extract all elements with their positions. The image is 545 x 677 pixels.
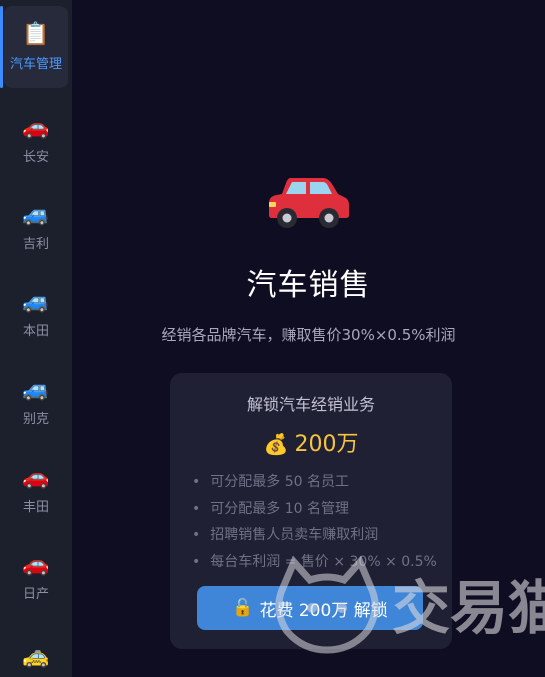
sidebar-item-buick[interactable]: 🚙 别克 [0, 377, 72, 428]
blue-car-icon: 🚙 [22, 289, 50, 314]
sidebar-item-label: 吉利 [22, 237, 49, 252]
red-car-icon: 🚗 [22, 115, 50, 140]
sidebar: 📋 汽车管理 🚗 长安 🚙 吉利 🚙 本田 🚙 别克 🚗 丰田 🚗 日产 🚕 [0, 0, 72, 677]
taxi-icon: 🚕 [22, 644, 50, 669]
blue-car-icon: 🚙 [22, 202, 50, 227]
sidebar-item-label: 日产 [22, 587, 49, 602]
feature-list: 可分配最多 50 名员工 可分配最多 10 名管理 招聘销售人员卖车赚取利润 每… [192, 469, 437, 575]
sidebar-item-car-management[interactable]: 📋 汽车管理 [0, 6, 68, 88]
main-content: 汽车销售 经销各品牌汽车，赚取售价30%×0.5%利润 解锁汽车经销业务 💰 20… [72, 0, 545, 677]
page-subtitle: 经销各品牌汽车，赚取售价30%×0.5%利润 [161, 326, 456, 344]
sidebar-item-honda[interactable]: 🚙 本田 [0, 289, 72, 340]
sidebar-item-more[interactable]: 🚕 [0, 645, 72, 669]
sidebar-item-label: 汽车管理 [9, 56, 62, 72]
app: 📋 汽车管理 🚗 长安 🚙 吉利 🚙 本田 🚙 别克 🚗 丰田 🚗 日产 🚕 汽… [0, 0, 545, 677]
sidebar-item-nissan[interactable]: 🚗 日产 [0, 552, 72, 603]
unlock-card: 解锁汽车经销业务 💰200万 可分配最多 50 名员工 可分配最多 10 名管理… [170, 373, 452, 649]
sidebar-item-toyota[interactable]: 🚗 丰田 [0, 465, 72, 516]
sidebar-item-changan[interactable]: 🚗 长安 [0, 115, 72, 166]
red-car-icon: 🚗 [22, 552, 50, 577]
unlock-button-label: 花费 200万 解锁 [259, 600, 388, 621]
sidebar-item-label: 本田 [22, 324, 49, 339]
red-car-icon: 🚗 [22, 465, 50, 490]
blue-car-icon: 🚙 [22, 377, 50, 402]
clipboard-icon: 📋 [22, 21, 50, 47]
price-value: 200万 [294, 432, 359, 457]
list-item: 可分配最多 50 名员工 [192, 469, 437, 496]
sidebar-item-label: 丰田 [22, 500, 49, 515]
unlock-button[interactable]: 🔓 花费 200万 解锁 [197, 586, 423, 630]
car-icon [269, 178, 349, 228]
list-item: 招聘销售人员卖车赚取利润 [192, 522, 437, 549]
unlock-price: 💰 200万 [170, 426, 452, 458]
card-title: 解锁汽车经销业务 [246, 395, 375, 414]
page-title: 汽车销售 [246, 268, 371, 303]
money-bag-icon: 💰 [263, 432, 289, 456]
list-item: 可分配最多 10 名管理 [192, 496, 437, 523]
unlock-icon: 🔓 [232, 598, 254, 618]
sidebar-item-label: 别克 [22, 412, 49, 427]
sidebar-item-label: 长安 [22, 150, 49, 165]
sidebar-item-geely[interactable]: 🚙 吉利 [0, 202, 72, 253]
list-item: 每台车利润 = 售价 × 30% × 0.5% [192, 549, 437, 576]
